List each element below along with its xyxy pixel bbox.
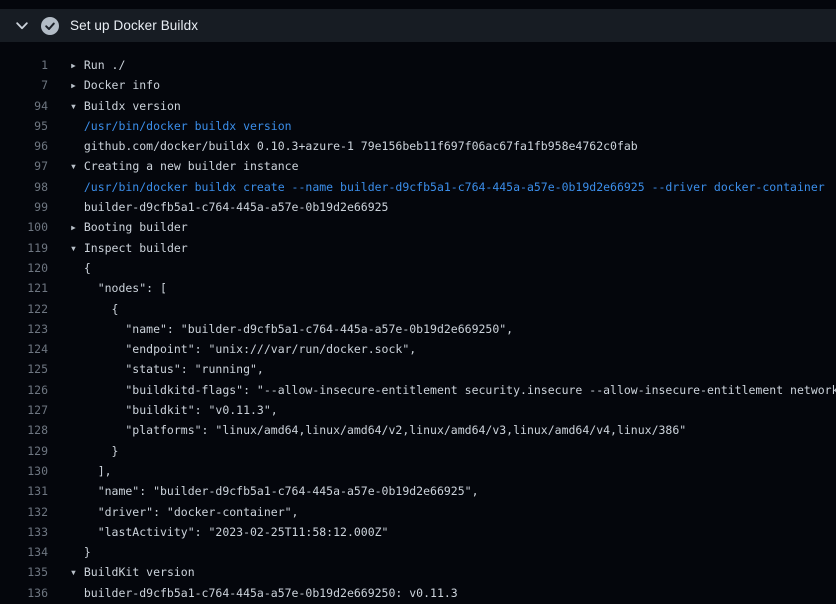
output-text: builder-d9cfb5a1-c764-445a-a57e-0b19d2e6… [84,200,389,214]
line-number[interactable]: 95 [0,116,48,136]
group-label: BuildKit version [84,565,195,579]
triangle-down-icon[interactable]: ▾ [70,99,84,113]
line-number[interactable]: 127 [0,400,48,420]
log-line: 127 "buildkit": "v0.11.3", [0,400,836,420]
log-group-row[interactable]: 7 ▸ Docker info [0,75,836,95]
line-number[interactable]: 135 [0,562,48,582]
line-number[interactable]: 94 [0,96,48,116]
line-number[interactable]: 126 [0,380,48,400]
log-group-row[interactable]: 94 ▾ Buildx version [0,96,836,116]
log-line: 130 ], [0,461,836,481]
line-number[interactable]: 120 [0,258,48,278]
line-number[interactable]: 124 [0,339,48,359]
triangle-down-icon[interactable]: ▾ [70,159,84,173]
log-line: 95/usr/bin/docker buildx version [0,116,836,136]
log-line: 121 "nodes": [ [0,278,836,298]
line-number[interactable]: 7 [0,75,48,95]
log-line: 99 builder-d9cfb5a1-c764-445a-a57e-0b19d2… [0,197,836,217]
output-text: "status": "running", [84,362,264,376]
output-text: "buildkit": "v0.11.3", [84,403,278,417]
output-text: "name": "builder-d9cfb5a1-c764-445a-a57e… [84,484,479,498]
triangle-right-icon[interactable]: ▸ [70,58,84,72]
line-number[interactable]: 99 [0,197,48,217]
log-line: 131 "name": "builder-d9cfb5a1-c764-445a-… [0,481,836,501]
line-number[interactable]: 122 [0,299,48,319]
line-number[interactable]: 128 [0,420,48,440]
log-viewer: 1 ▸ Run ./ 7 ▸ Docker info 94 ▾ Buildx versio… [0,42,836,604]
line-number[interactable]: 1 [0,55,48,75]
chevron-down-icon[interactable] [16,22,28,30]
output-text: "name": "builder-d9cfb5a1-c764-445a-a57e… [84,322,513,336]
group-label: Creating a new builder instance [84,159,299,173]
group-label: Inspect builder [84,241,188,255]
log-group-row[interactable]: 97 ▾ Creating a new builder instance [0,156,836,176]
line-number[interactable]: 98 [0,177,48,197]
log-line: 120 { [0,258,836,278]
output-text: { [84,261,91,275]
line-number[interactable]: 123 [0,319,48,339]
log-line: 98/usr/bin/docker buildx create --name b… [0,177,836,197]
log-group-row[interactable]: 135 ▾ BuildKit version [0,562,836,582]
line-number[interactable]: 129 [0,441,48,461]
line-number[interactable]: 125 [0,359,48,379]
line-number[interactable]: 96 [0,136,48,156]
log-group-row[interactable]: 100 ▸ Booting builder [0,217,836,237]
log-line: 134} [0,542,836,562]
check-circle-icon [41,17,59,35]
output-text: github.com/docker/buildx 0.10.3+azure-1 … [84,139,638,153]
triangle-right-icon[interactable]: ▸ [70,220,84,234]
line-number[interactable]: 100 [0,217,48,237]
group-label: Run ./ [84,58,126,72]
line-number[interactable]: 131 [0,481,48,501]
output-text: builder-d9cfb5a1-c764-445a-a57e-0b19d2e6… [84,586,458,600]
line-number[interactable]: 119 [0,238,48,258]
output-text: "platforms": "linux/amd64,linux/amd64/v2… [84,423,686,437]
output-text: ], [84,464,112,478]
log-line: 96 github.com/docker/buildx 0.10.3+azure-… [0,136,836,156]
step-title: Set up Docker Buildx [70,18,198,33]
log-line: 136 builder-d9cfb5a1-c764-445a-a57e-0b19d… [0,583,836,603]
line-number[interactable]: 136 [0,583,48,603]
log-line: 124 "endpoint": "unix:///var/run/docker.… [0,339,836,359]
log-group-row[interactable]: 1 ▸ Run ./ [0,55,836,75]
group-label: Booting builder [84,220,188,234]
log-line: 128 "platforms": "linux/amd64,linux/amd6… [0,420,836,440]
log-line: 133 "lastActivity": "2023-02-25T11:58:12… [0,522,836,542]
log-line: 122 { [0,299,836,319]
log-group-row[interactable]: 119 ▾ Inspect builder [0,238,836,258]
line-number[interactable]: 97 [0,156,48,176]
command-text: /usr/bin/docker buildx create --name bui… [84,180,825,194]
log-line: 126 "buildkitd-flags": "--allow-insecure… [0,380,836,400]
output-text: { [84,302,119,316]
log-line: 125 "status": "running", [0,359,836,379]
line-number[interactable]: 133 [0,522,48,542]
step-header[interactable]: Set up Docker Buildx [0,9,836,42]
log-line: 132 "driver": "docker-container", [0,502,836,522]
log-line: 123 "name": "builder-d9cfb5a1-c764-445a-… [0,319,836,339]
log-line: 129 } [0,441,836,461]
output-text: "buildkitd-flags": "--allow-insecure-ent… [84,383,836,397]
output-text: } [84,545,91,559]
line-number[interactable]: 132 [0,502,48,522]
triangle-down-icon[interactable]: ▾ [70,565,84,579]
group-label: Docker info [84,78,160,92]
group-label: Buildx version [84,99,181,113]
line-number[interactable]: 130 [0,461,48,481]
output-text: "endpoint": "unix:///var/run/docker.sock… [84,342,416,356]
command-text: /usr/bin/docker buildx version [84,119,292,133]
line-number[interactable]: 121 [0,278,48,298]
triangle-down-icon[interactable]: ▾ [70,241,84,255]
line-number[interactable]: 134 [0,542,48,562]
output-text: } [84,444,119,458]
output-text: "nodes": [ [84,281,167,295]
output-text: "driver": "docker-container", [84,505,299,519]
triangle-right-icon[interactable]: ▸ [70,78,84,92]
output-text: "lastActivity": "2023-02-25T11:58:12.000… [84,525,389,539]
